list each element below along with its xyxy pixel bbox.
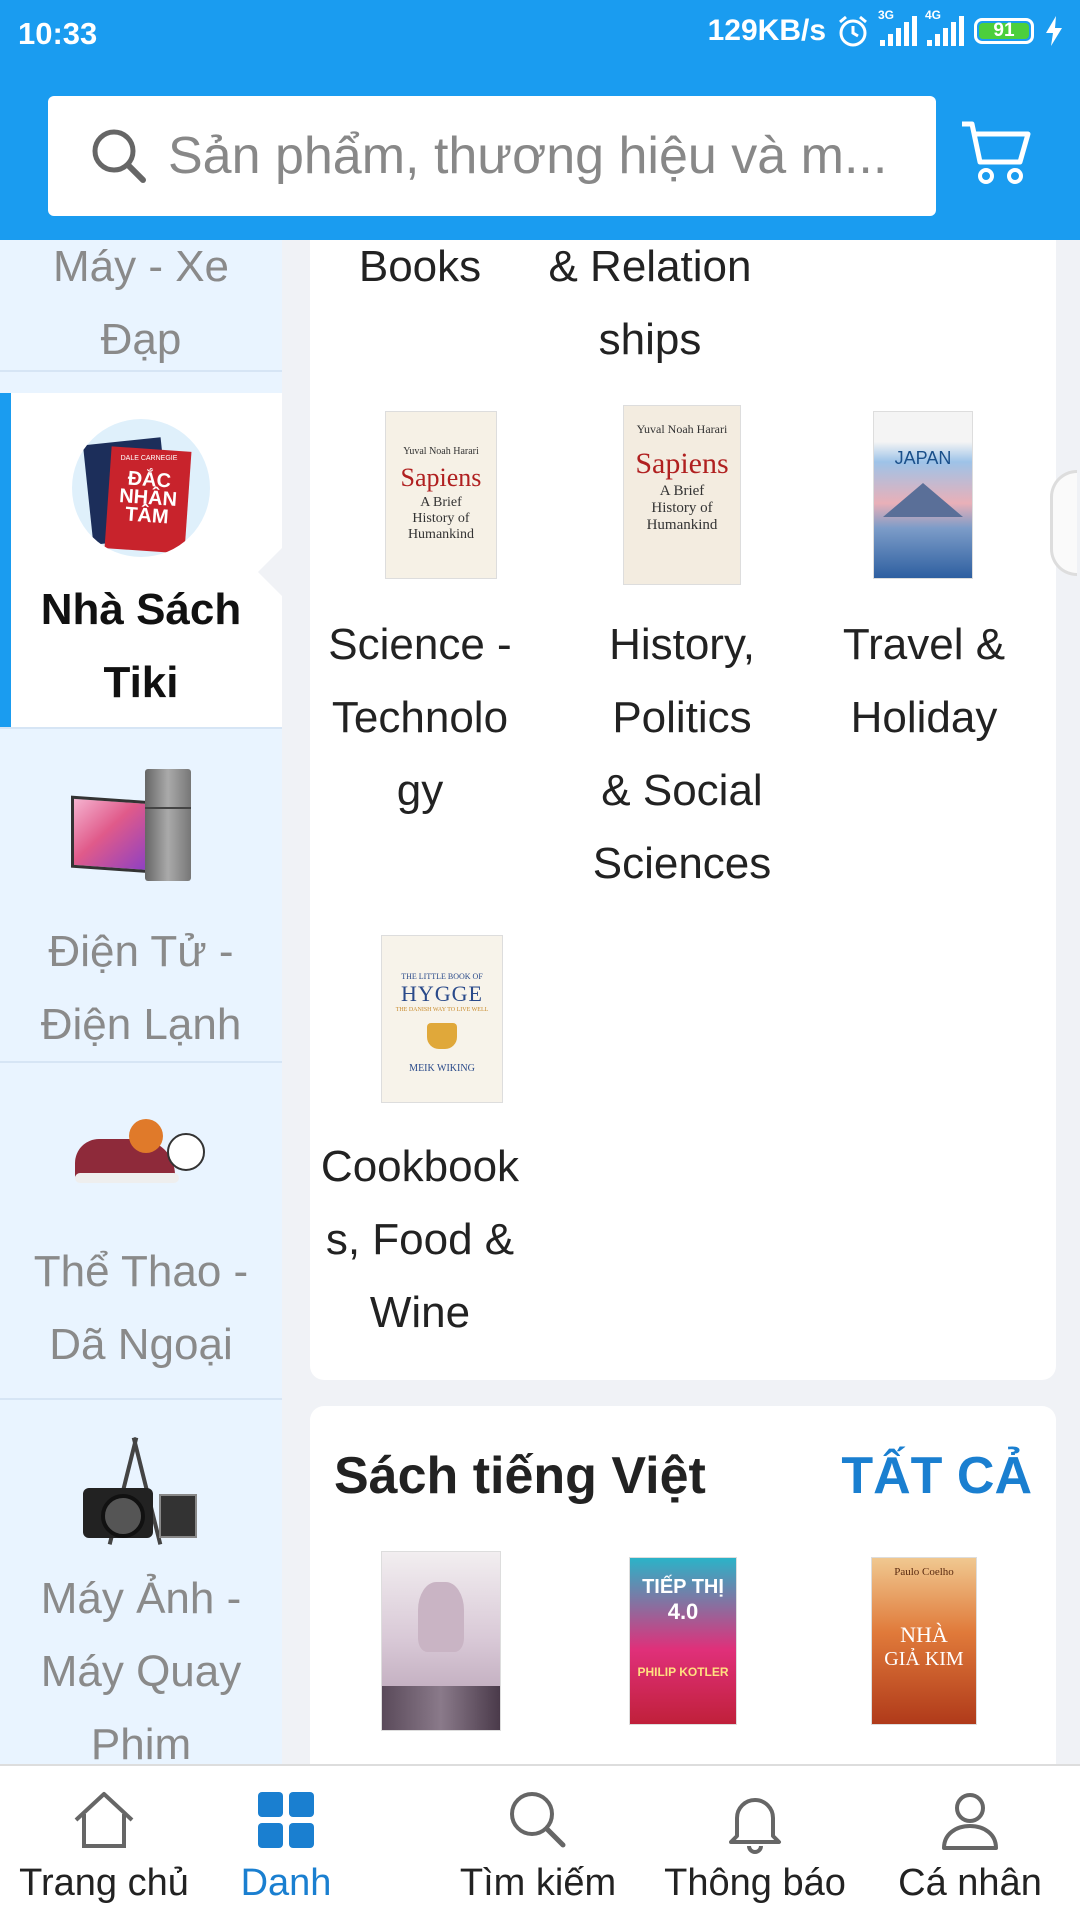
category-sidebar: Máy - Xe Đạp ĐẮC NHÂN TÂM DALE CARNEGIE Nh… — [0, 240, 282, 1764]
top-bar: 10:33 129KB/s 3G 4G 91 Sản phẩm, thương … — [0, 0, 1080, 240]
sidebar-item-label: Điện Tử - — [48, 927, 234, 976]
book-cover-history[interactable]: Yuval Noah Harari Sapiens A Brief Histor… — [624, 406, 740, 584]
view-all-link[interactable]: TẤT CẢ — [841, 1446, 1032, 1506]
nav-label: Tìm kiếm — [459, 1862, 617, 1904]
signal-4g-icon: 4G — [925, 8, 964, 46]
bottom-navigation: Trang chủ Danh Tìm kiếm Thông báo Cá nhâ… — [0, 1764, 1080, 1922]
section-title: Sách tiếng Việt — [334, 1447, 706, 1505]
status-icons: 129KB/s 3G 4G 91 — [707, 8, 1064, 48]
sidebar-item-label: Thể Thao - — [33, 1247, 249, 1296]
status-bar: 10:33 129KB/s 3G 4G 91 — [0, 0, 1080, 72]
search-icon — [510, 1792, 566, 1848]
user-icon — [942, 1793, 998, 1850]
nav-search[interactable]: Tìm kiếm — [448, 1766, 628, 1922]
search-icon — [92, 129, 146, 183]
network-speed: 129KB/s — [707, 14, 826, 47]
grid-icon — [258, 1792, 314, 1848]
sidebar-item-may-xe-dap[interactable]: Máy - Xe Đạp — [0, 240, 282, 372]
alarm-icon — [839, 15, 867, 47]
bell-icon — [729, 1798, 781, 1854]
nav-label: Danh — [240, 1862, 332, 1904]
nav-home[interactable]: Trang chủ — [14, 1766, 194, 1922]
nav-categories[interactable]: Danh — [216, 1766, 356, 1922]
subcategory-science-technology[interactable]: Science - Technolo gy — [310, 608, 530, 827]
book-cover-travel[interactable]: JAPAN — [874, 412, 972, 578]
nav-notifications[interactable]: Thông báo — [660, 1766, 850, 1922]
camera-thumbnail — [71, 1436, 211, 1546]
category-thumbnail: ĐẮC NHÂN TÂM DALE CARNEGIE — [72, 419, 210, 557]
cart-icon[interactable] — [960, 118, 1032, 188]
vietnamese-books-section: Sách tiếng Việt TẤT CẢ TIẾP THỊ 4.0 PHIL… — [310, 1406, 1056, 1786]
scroll-handle[interactable] — [1050, 470, 1077, 576]
book-cover-tiep-thi-4[interactable]: TIẾP THỊ 4.0 PHILIP KOTLER — [630, 1558, 736, 1724]
sidebar-item-may-anh-may-quay-phim[interactable]: Máy Ảnh - Máy Quay Phim — [0, 1400, 282, 1764]
search-placeholder[interactable]: Sản phẩm, thương hiệu và m... — [168, 126, 888, 186]
sidebar-item-the-thao-da-ngoai[interactable]: Thể Thao - Dã Ngoại — [0, 1063, 282, 1400]
home-icon — [74, 1792, 134, 1848]
nav-profile[interactable]: Cá nhân — [880, 1766, 1060, 1922]
active-indicator — [0, 393, 11, 727]
tv-fridge-thumbnail — [71, 769, 211, 889]
subcategory-travel-holiday[interactable]: Travel & Holiday — [814, 608, 1034, 754]
charging-icon — [1046, 16, 1062, 46]
sidebar-item-label: Đạp — [100, 315, 182, 364]
nav-label: Cá nhân — [898, 1862, 1042, 1904]
sports-shoes-thumbnail — [71, 1113, 211, 1193]
sidebar-item-label: Nhà Sách — [40, 585, 242, 634]
sidebar-item-label: Máy Ảnh - — [40, 1574, 242, 1623]
sidebar-item-label: Dã Ngoại — [49, 1320, 233, 1369]
book-cover-science[interactable]: Yuval Noah Harari Sapiens A Brief Histor… — [386, 412, 496, 578]
status-time: 10:33 — [18, 16, 98, 51]
search-bar[interactable]: Sản phẩm, thương hiệu và m... — [48, 96, 936, 216]
subcategory-panel: Books & Relation ships Yuval Noah Harari … — [310, 240, 1056, 1380]
battery-icon: 91 — [974, 18, 1034, 44]
sidebar-item-label: Máy Quay — [40, 1647, 242, 1696]
book-cover-vn-1[interactable] — [382, 1552, 500, 1730]
sidebar-item-dien-tu-dien-lanh[interactable]: Điện Tử - Điện Lạnh — [0, 729, 282, 1063]
sidebar-item-label: Điện Lạnh — [40, 1000, 242, 1049]
signal-3g-icon: 3G — [878, 8, 917, 46]
subcategory-cookbooks-food-wine[interactable]: Cookbook s, Food & Wine — [310, 1130, 530, 1349]
sidebar-item-label: Máy - Xe — [52, 242, 230, 291]
active-notch — [258, 546, 282, 598]
nav-label: Trang chủ — [19, 1862, 189, 1904]
subcategory-books-label[interactable]: Books — [310, 230, 530, 303]
subcategory-history-politics[interactable]: History, Politics & Social Sciences — [572, 608, 792, 900]
sidebar-item-label: Phim — [90, 1720, 192, 1764]
subcategory-relationships-label[interactable]: & Relation ships — [540, 230, 760, 376]
nav-label: Thông báo — [664, 1862, 846, 1904]
sidebar-item-nha-sach-tiki[interactable]: ĐẮC NHÂN TÂM DALE CARNEGIE Nhà Sách Tiki — [0, 393, 282, 729]
sidebar-item-label: Tiki — [103, 658, 179, 707]
book-cover-nha-gia-kim[interactable]: Paulo Coelho NHÀ GIẢ KIM — [872, 1558, 976, 1724]
book-cover-cookbooks[interactable]: THE LITTLE BOOK OF HYGGE THE DANISH WAY … — [382, 936, 502, 1102]
